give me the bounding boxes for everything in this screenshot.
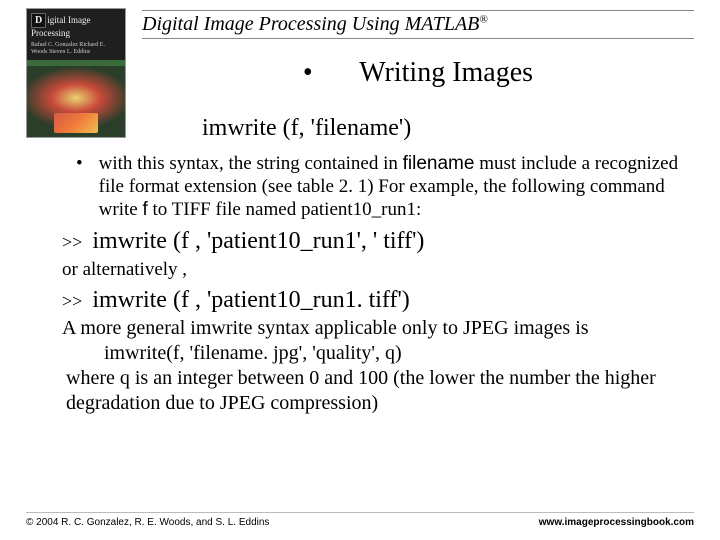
bullet-dot: • bbox=[76, 152, 83, 222]
general-line-3: where q is an integer between 0 and 100 … bbox=[62, 366, 694, 416]
footer-copyright: © 2004 R. C. Gonzalez, R. E. Woods, and … bbox=[26, 517, 269, 528]
general-line-1: A more general imwrite syntax applicable… bbox=[62, 316, 694, 341]
header-row: Digital Image Processing Rafael C. Gonza… bbox=[26, 8, 694, 142]
syntax-line: imwrite (f, 'filename') bbox=[142, 115, 694, 142]
bullet-text: with this syntax, the string contained i… bbox=[99, 152, 694, 222]
registered-mark: ® bbox=[479, 13, 487, 25]
kw-filename: filename bbox=[403, 153, 475, 174]
cover-title-line2: Processing bbox=[31, 28, 70, 38]
command-2-code: imwrite (f , 'patient10_run1. tiff') bbox=[92, 287, 409, 313]
general-syntax-block: A more general imwrite syntax applicable… bbox=[26, 316, 694, 416]
command-line-2: >> imwrite (f , 'patient10_run1. tiff') bbox=[26, 287, 694, 314]
alternative-text: or alternatively , bbox=[26, 259, 694, 281]
title-main: Digital Image Processing Using MATLAB bbox=[142, 13, 479, 35]
cover-title-rest: igital Image bbox=[47, 15, 90, 25]
page-title: Digital Image Processing Using MATLAB® bbox=[142, 10, 694, 39]
cover-authors: Rafael C. Gonzalez Richard E. Woods Stev… bbox=[27, 40, 125, 60]
prompt-2: >> bbox=[62, 291, 82, 311]
matlab-logo-icon bbox=[54, 113, 98, 133]
footer-url: www.imageprocessingbook.com bbox=[539, 517, 694, 528]
cover-d-letter: D bbox=[31, 13, 46, 28]
footer: © 2004 R. C. Gonzalez, R. E. Woods, and … bbox=[26, 512, 694, 528]
heading-text: Writing Images bbox=[359, 57, 533, 88]
heading-bullet: • bbox=[303, 57, 313, 88]
header-text-block: Digital Image Processing Using MATLAB® •… bbox=[142, 8, 694, 142]
bullet-paragraph: • with this syntax, the string contained… bbox=[26, 152, 694, 222]
body-content: • with this syntax, the string contained… bbox=[26, 152, 694, 416]
section-heading: • Writing Images bbox=[142, 57, 694, 89]
prompt-1: >> bbox=[62, 232, 82, 252]
book-cover-image: Digital Image Processing Rafael C. Gonza… bbox=[26, 8, 126, 138]
cover-art bbox=[27, 66, 125, 137]
command-1-code: imwrite (f , 'patient10_run1', ' tiff') bbox=[92, 228, 424, 254]
command-line-1: >> imwrite (f , 'patient10_run1', ' tiff… bbox=[26, 228, 694, 255]
general-line-2: imwrite(f, 'filename. jpg', 'quality', q… bbox=[62, 341, 694, 366]
slide-container: Digital Image Processing Rafael C. Gonza… bbox=[0, 0, 720, 540]
cover-title: Digital Image Processing bbox=[27, 9, 125, 40]
